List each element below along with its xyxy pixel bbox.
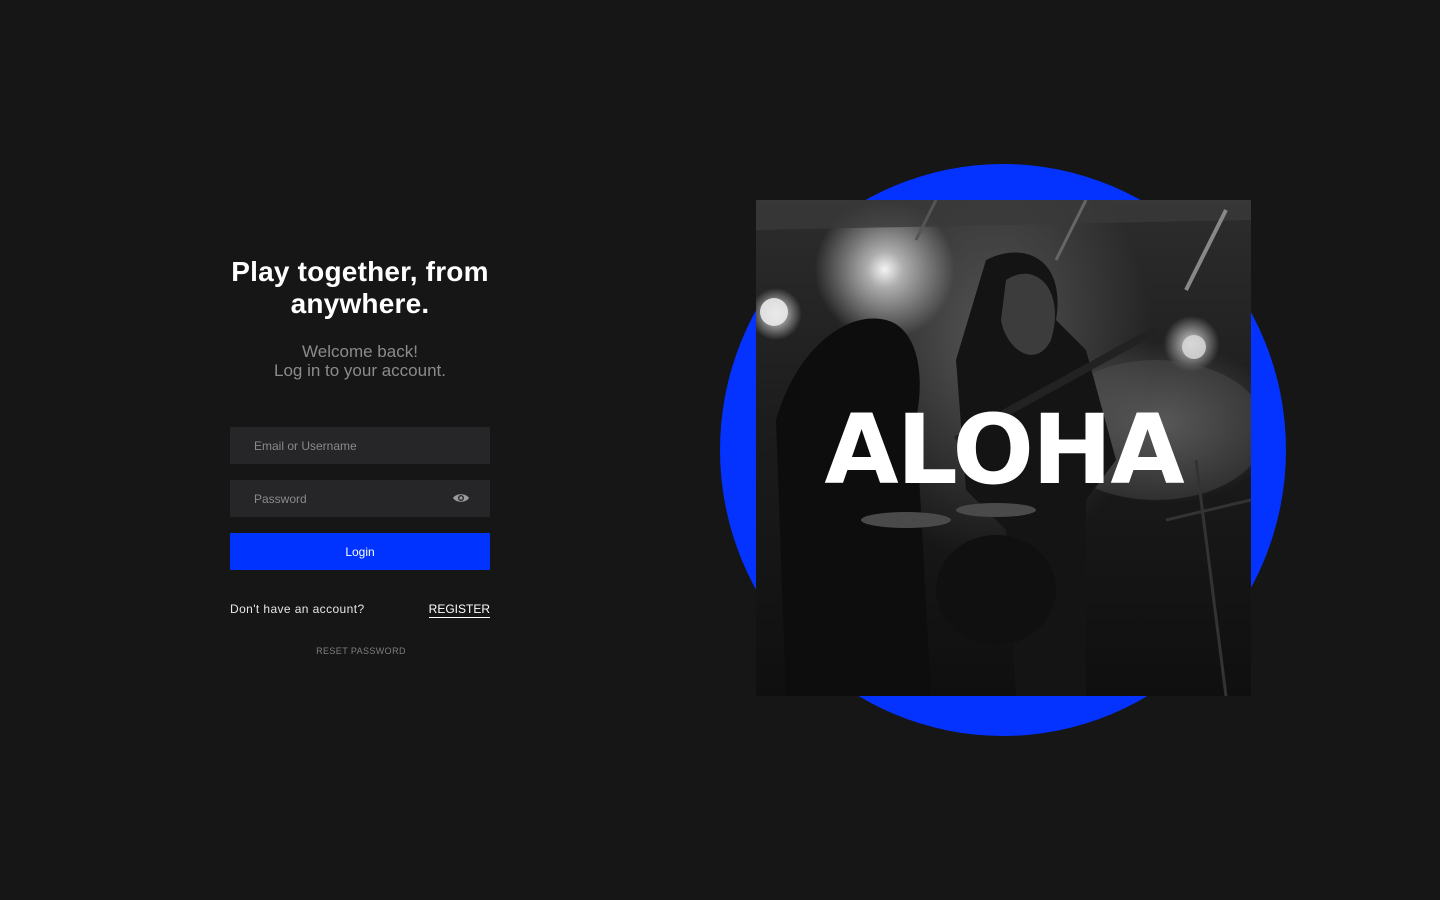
email-field-container (230, 427, 490, 464)
register-link[interactable]: REGISTER (428, 602, 490, 618)
welcome-text: Welcome back! (302, 342, 418, 361)
email-username-input[interactable] (230, 427, 490, 464)
login-button[interactable]: Login (230, 533, 490, 570)
headline: Play together, from anywhere. (231, 256, 489, 319)
concert-photo: ALOHA (756, 200, 1251, 696)
password-input[interactable] (230, 480, 490, 517)
aloha-brand-text: ALOHA (824, 394, 1184, 506)
register-row: Don't have an account? REGISTER (230, 602, 490, 620)
login-instruction: Log in to your account. (273, 361, 446, 380)
password-field-container (230, 480, 490, 517)
reset-password-link[interactable]: RESET PASSWORD (230, 646, 492, 656)
eye-icon[interactable] (452, 491, 470, 505)
login-page: Play together, from anywhere. Welcome ba… (0, 0, 1440, 900)
subtitle: Welcome back! Log in to your account. (210, 342, 510, 380)
no-account-text: Don't have an account? (230, 602, 365, 616)
login-panel: Play together, from anywhere. Welcome ba… (230, 0, 490, 900)
hero-artwork: ALOHA (720, 164, 1286, 736)
